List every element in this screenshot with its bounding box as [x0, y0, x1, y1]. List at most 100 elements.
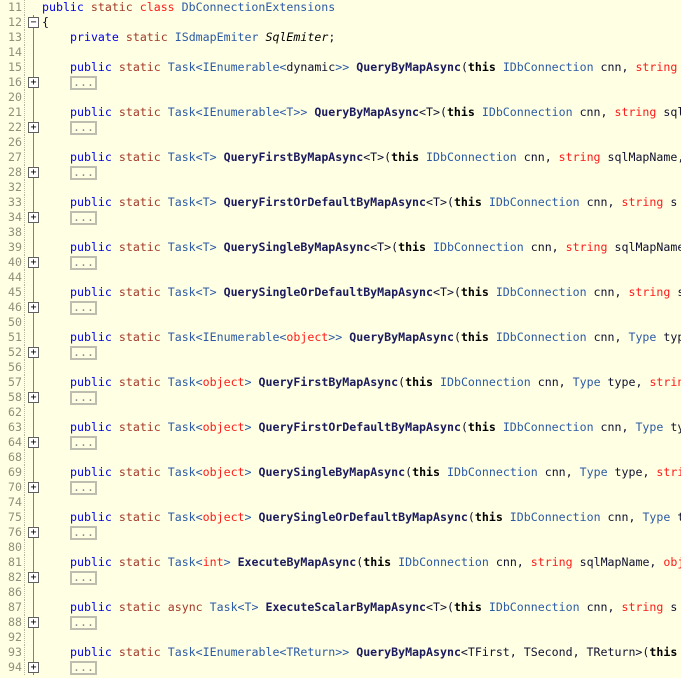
- expand-icon[interactable]: +: [28, 527, 39, 538]
- expand-icon[interactable]: +: [28, 302, 39, 313]
- code-token: strin: [649, 375, 681, 389]
- code-line: 11 public static class DbConnectionExtens…: [0, 0, 681, 15]
- collapsed-region[interactable]: ...: [70, 345, 97, 360]
- code-token: static: [118, 555, 161, 569]
- code-token: public: [70, 240, 112, 254]
- code-token: object: [202, 465, 245, 479]
- collapsed-region[interactable]: ...: [70, 570, 97, 585]
- code-token: s: [663, 195, 678, 209]
- fold-guide-line: [33, 90, 34, 105]
- collapsed-region-marker[interactable]: ...: [70, 661, 97, 675]
- code-token: IDbConnection: [495, 60, 601, 74]
- collapsed-region[interactable]: ...: [70, 255, 97, 270]
- collapsed-region-marker[interactable]: ...: [70, 211, 97, 225]
- collapsed-region[interactable]: ...: [70, 480, 97, 495]
- collapsed-region-marker[interactable]: ...: [70, 301, 97, 315]
- expand-icon[interactable]: +: [28, 392, 39, 403]
- expand-icon[interactable]: +: [28, 662, 39, 673]
- line-number: 33: [8, 195, 22, 209]
- gutter-divider: [24, 105, 25, 120]
- collapsed-region[interactable]: ...: [70, 525, 97, 540]
- code-token: QueryByMapAsync: [314, 105, 420, 119]
- code-token: <T>(: [433, 285, 461, 299]
- code-line: 32: [0, 180, 681, 195]
- code-token: QueryFirstByMapAsync: [258, 375, 399, 389]
- collapsed-region[interactable]: ...: [70, 165, 97, 180]
- collapsed-region-marker[interactable]: ...: [70, 256, 97, 270]
- collapsed-region[interactable]: ...: [70, 300, 97, 315]
- collapsed-region[interactable]: ...: [70, 435, 97, 450]
- expand-icon[interactable]: +: [28, 167, 39, 178]
- code-token: Type: [642, 510, 671, 524]
- expand-icon[interactable]: +: [28, 572, 39, 583]
- collapsed-region-marker[interactable]: ...: [70, 346, 97, 360]
- line-number: 12: [8, 15, 22, 29]
- collapsed-region-marker[interactable]: ...: [70, 166, 97, 180]
- line-number: 46: [8, 300, 22, 314]
- collapsed-region-marker[interactable]: ...: [70, 76, 97, 90]
- code-line: 27 public static Task<T> QueryFirstByMapA…: [0, 150, 681, 165]
- collapsed-region-marker[interactable]: ...: [70, 616, 97, 630]
- code-token: cnn,: [530, 240, 566, 254]
- code-token: this: [391, 150, 420, 164]
- collapsed-region[interactable]: ...: [70, 210, 97, 225]
- code-token: public: [70, 60, 112, 74]
- code-token: public: [70, 465, 112, 479]
- line-number: 32: [8, 180, 22, 194]
- fold-guide-line: [33, 585, 34, 600]
- collapsed-region-marker[interactable]: ...: [70, 526, 97, 540]
- code-token: public: [70, 105, 112, 119]
- collapsed-region-marker[interactable]: ...: [70, 121, 97, 135]
- code-token: t: [677, 510, 681, 524]
- fold-guide-line: [33, 405, 34, 420]
- line-number: 28: [8, 165, 22, 179]
- collapsed-region-marker[interactable]: ...: [70, 436, 97, 450]
- code-token: cnn,: [593, 330, 629, 344]
- gutter-divider: [24, 225, 25, 240]
- expand-icon[interactable]: +: [28, 617, 39, 628]
- code-token: static: [118, 60, 161, 74]
- collapse-icon[interactable]: −: [28, 17, 39, 28]
- collapsed-region[interactable]: ...: [70, 660, 97, 675]
- line-number: 51: [8, 330, 22, 344]
- code-token: cnn,: [586, 195, 622, 209]
- gutter-divider: [24, 510, 25, 525]
- fold-guide-line: [33, 135, 34, 150]
- gutter-divider: [24, 420, 25, 435]
- gutter-divider: [24, 315, 25, 330]
- collapsed-region[interactable]: ...: [70, 615, 97, 630]
- line-number: 68: [8, 450, 22, 464]
- line-number: 45: [8, 285, 22, 299]
- code-token: Task<T>: [160, 285, 224, 299]
- expand-icon[interactable]: +: [28, 212, 39, 223]
- collapsed-region[interactable]: ...: [70, 75, 97, 90]
- expand-icon[interactable]: +: [28, 482, 39, 493]
- fold-guide-line: [33, 420, 34, 435]
- collapsed-region-marker[interactable]: ...: [70, 571, 97, 585]
- code-token: Task<T>: [202, 600, 266, 614]
- line-number: 34: [8, 210, 22, 224]
- collapsed-region-marker[interactable]: ...: [70, 391, 97, 405]
- code-token: IDbConnection: [488, 285, 594, 299]
- expand-icon[interactable]: +: [28, 257, 39, 268]
- expand-icon[interactable]: +: [28, 437, 39, 448]
- code-line: 14: [0, 45, 681, 60]
- expand-icon[interactable]: +: [28, 347, 39, 358]
- code-token: this: [460, 285, 489, 299]
- collapsed-region[interactable]: ...: [70, 390, 97, 405]
- collapsed-region[interactable]: ...: [70, 120, 97, 135]
- gutter-divider: [24, 495, 25, 510]
- expand-icon[interactable]: +: [28, 77, 39, 88]
- fold-guide-line: [33, 270, 34, 285]
- collapsed-region-marker[interactable]: ...: [70, 481, 97, 495]
- code-line: 88 +...: [0, 615, 681, 630]
- code-token: QueryFirstOrDefaultByMapAsync: [258, 420, 461, 434]
- code-token: this: [453, 600, 482, 614]
- code-token: IDbConnection: [481, 195, 587, 209]
- code-editor[interactable]: 11 public static class DbConnectionExtens…: [0, 0, 681, 678]
- expand-icon[interactable]: +: [28, 122, 39, 133]
